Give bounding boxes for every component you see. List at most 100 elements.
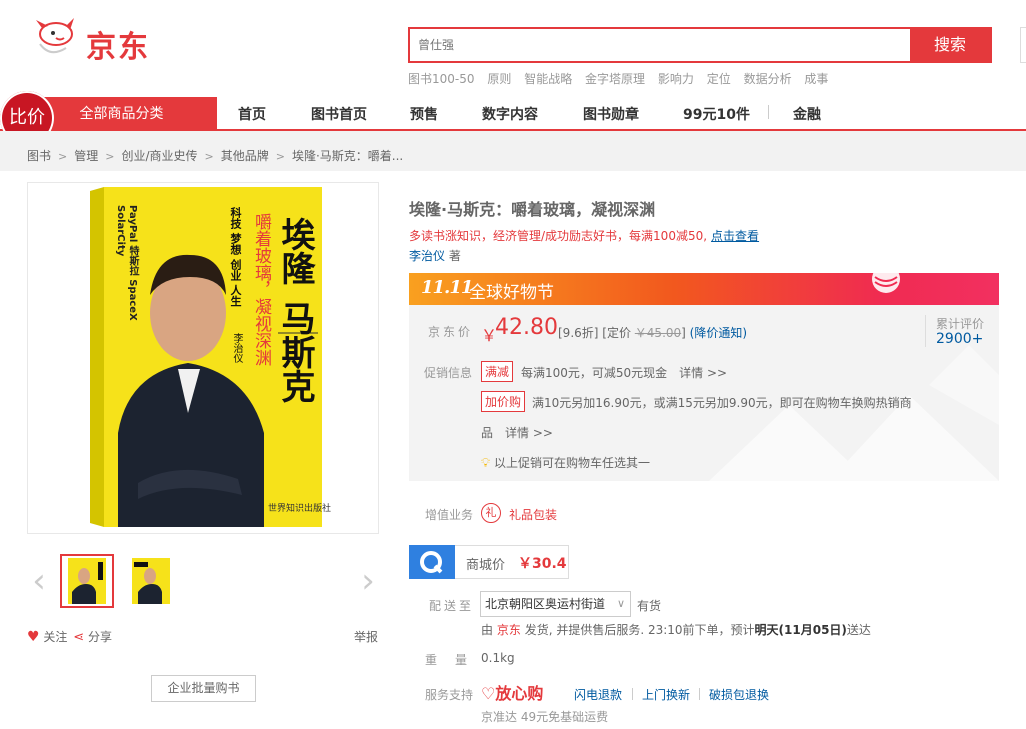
banner-text: 全球好物节 [469, 283, 554, 303]
service-fast-refund[interactable]: 闪电退款 [574, 686, 622, 703]
hotword[interactable]: 智能战略 [524, 72, 572, 86]
chevron-right-icon[interactable]: › [356, 562, 380, 602]
assured-buy-text: 放心购 [495, 684, 544, 703]
nav-item-digital[interactable]: 数字内容 [482, 104, 538, 124]
promo-tip: 💡︎ 以上促销可在购物车任选其一 [481, 454, 650, 471]
ship-location-value: 北京朝阳区奥运村街道 [485, 597, 606, 611]
search-input[interactable] [410, 29, 914, 61]
share-icon[interactable]: ⋖ [73, 630, 84, 645]
main-product-image[interactable]: 埃隆 马斯克 嚼着玻璃，凝视深渊 PayPal 特斯拉 SpaceX Solar… [27, 182, 379, 534]
mall-price-label: 商城价 [466, 558, 506, 573]
price-value: 42.80 [495, 315, 558, 340]
service-damage-return[interactable]: 破损包退换 [709, 686, 769, 703]
all-categories-button[interactable]: 全部商品分类 [26, 97, 217, 131]
hotword[interactable]: 成事 [804, 72, 828, 86]
share-button[interactable]: 分享 [88, 630, 112, 644]
follow-share-bar: ♥ 关注 ⋖ 分享 [27, 628, 112, 645]
report-link[interactable]: 举报 [354, 628, 378, 645]
service-label: 服务支持 [425, 688, 474, 702]
ship-text: 发货, 并提供售后服务. 23:10前下单，预计 [524, 623, 755, 637]
promo-line: 多读书涨知识，经济管理/成功励志好书，每满100减50, 点击查看 [409, 227, 759, 244]
breadcrumb-item[interactable]: 埃隆·马斯克：嚼着... [292, 149, 403, 163]
ship-location-select[interactable]: 北京朝阳区奥运村街道 ∨ [480, 591, 631, 617]
nav-item-presale[interactable]: 预售 [410, 104, 438, 124]
festival-banner[interactable]: 11.11 全球好物节 [409, 273, 999, 305]
price-notice-link[interactable]: (降价通知) [690, 326, 747, 340]
price-extra: [9.6折] [定价 ￥45.00] (降价通知) [558, 324, 747, 341]
hotword[interactable]: 图书100-50 [408, 72, 475, 86]
breadcrumb-item[interactable]: 创业/商业史传 [121, 149, 197, 163]
service-divider [632, 688, 633, 700]
breadcrumb-item[interactable]: 管理 [74, 149, 98, 163]
promo-link[interactable]: 点击查看 [711, 229, 759, 243]
heart-check-icon: ♡ [481, 684, 496, 703]
cover-subtitle: 嚼着玻璃，凝视深渊 [251, 213, 271, 366]
chevron-right-icon: > [105, 150, 115, 163]
hotword[interactable]: 金字塔原理 [585, 72, 645, 86]
logo-text: 京东 [86, 30, 150, 65]
nav-item-finance[interactable]: 金融 [793, 104, 821, 124]
bulk-purchase-button[interactable]: 企业批量购书 [151, 675, 256, 702]
search-button[interactable]: 搜索 [910, 27, 990, 63]
promo-text: 多读书涨知识，经济管理/成功励志好书，每满100减50, [409, 229, 708, 243]
mall-q-icon [409, 545, 455, 579]
gift-icon[interactable]: 礼 [481, 503, 501, 523]
book-cover-image [90, 187, 322, 527]
list-price-label: [定价 [602, 326, 631, 340]
hotword[interactable]: 原则 [487, 72, 511, 86]
nav-item-medals[interactable]: 图书勋章 [583, 104, 639, 124]
nav-item-home[interactable]: 首页 [238, 104, 266, 124]
promo-tip-text: 以上促销可在购物车任选其一 [493, 456, 650, 470]
nav-item-books-home[interactable]: 图书首页 [311, 104, 367, 124]
ship-seller[interactable]: 京东 [497, 623, 521, 637]
assured-buy-badge[interactable]: ♡放心购 [481, 680, 543, 704]
promo-tag-full-reduction: 满减 [481, 361, 514, 382]
stock-status: 有货 [637, 599, 662, 613]
hot-search-words: 图书100-50 原则 智能战略 金字塔原理 影响力 定位 数据分析 成事 [408, 70, 1008, 86]
service-home-exchange[interactable]: 上门换新 [642, 686, 690, 703]
promo-tag-add-on: 加价购 [481, 391, 526, 412]
heart-icon[interactable]: ♥ [27, 629, 40, 645]
promo-detail-2: 满10元另加16.90元，或满15元另加9.90元，即可在购物车换购热销商 [532, 396, 912, 410]
discount-text: [9.6折] [558, 326, 599, 340]
banner-decoration-icon [872, 273, 900, 293]
rating-label: 累计评价 [936, 317, 985, 331]
rating-count[interactable]: 2900+ [936, 331, 983, 347]
search-box: 搜索 [408, 27, 992, 63]
author-line: 李治仪 著 [409, 247, 461, 264]
hotword[interactable]: 影响力 [658, 72, 694, 86]
list-price: ￥45.00 [634, 326, 682, 340]
chevron-right-icon: > [204, 150, 214, 163]
jd-logo[interactable]: 京东 [26, 16, 166, 65]
hotword[interactable]: 定位 [707, 72, 731, 86]
chevron-left-icon[interactable]: ‹ [27, 562, 51, 602]
nav-item-99-10[interactable]: 99元10件 [683, 104, 750, 124]
cover-title-line1: 埃隆 [275, 217, 315, 285]
hotword[interactable]: 数据分析 [744, 72, 792, 86]
side-panel-edge [1020, 27, 1026, 63]
promo-detail-2-more[interactable]: 品 详情 >> [481, 424, 553, 441]
cover-side-tags: PayPal 特斯拉 SpaceX SolarCity [115, 205, 138, 321]
author-link[interactable]: 李治仪 [409, 249, 445, 263]
banner-logo: 11.11 [421, 277, 473, 298]
thumbnail-image [132, 558, 170, 604]
cover-publisher: 世界知识出版社 [268, 504, 332, 514]
cover-title-line2: 马斯克 [275, 301, 315, 403]
breadcrumb: 图书 > 管理 > 创业/商业史传 > 其他品牌 > 埃隆·马斯克：嚼着... [27, 147, 403, 164]
follow-button[interactable]: 关注 [43, 630, 67, 644]
weight-value: 0.1kg [481, 651, 515, 665]
rating-divider [925, 315, 926, 347]
thumbnail-cover[interactable] [60, 554, 114, 608]
promo-detail-1[interactable]: 每满100元，可减50元现金 详情 >> [521, 364, 727, 381]
gift-wrap-option[interactable]: 礼品包装 [509, 506, 557, 523]
list-price-close: ] [681, 326, 686, 340]
thumbnail-image [68, 558, 106, 604]
breadcrumb-item[interactable]: 图书 [27, 149, 51, 163]
lightbulb-icon: 💡︎ [481, 456, 491, 471]
jzd-delivery-info: 京准达 49元免基础运费 [481, 710, 609, 724]
breadcrumb-item[interactable]: 其他品牌 [221, 149, 269, 163]
mall-price-value: ￥30.4 [518, 556, 567, 572]
product-title: 埃隆·马斯克：嚼着玻璃，凝视深渊 [409, 200, 656, 219]
thumbnail-back[interactable] [124, 554, 178, 608]
nav-divider [768, 105, 769, 119]
